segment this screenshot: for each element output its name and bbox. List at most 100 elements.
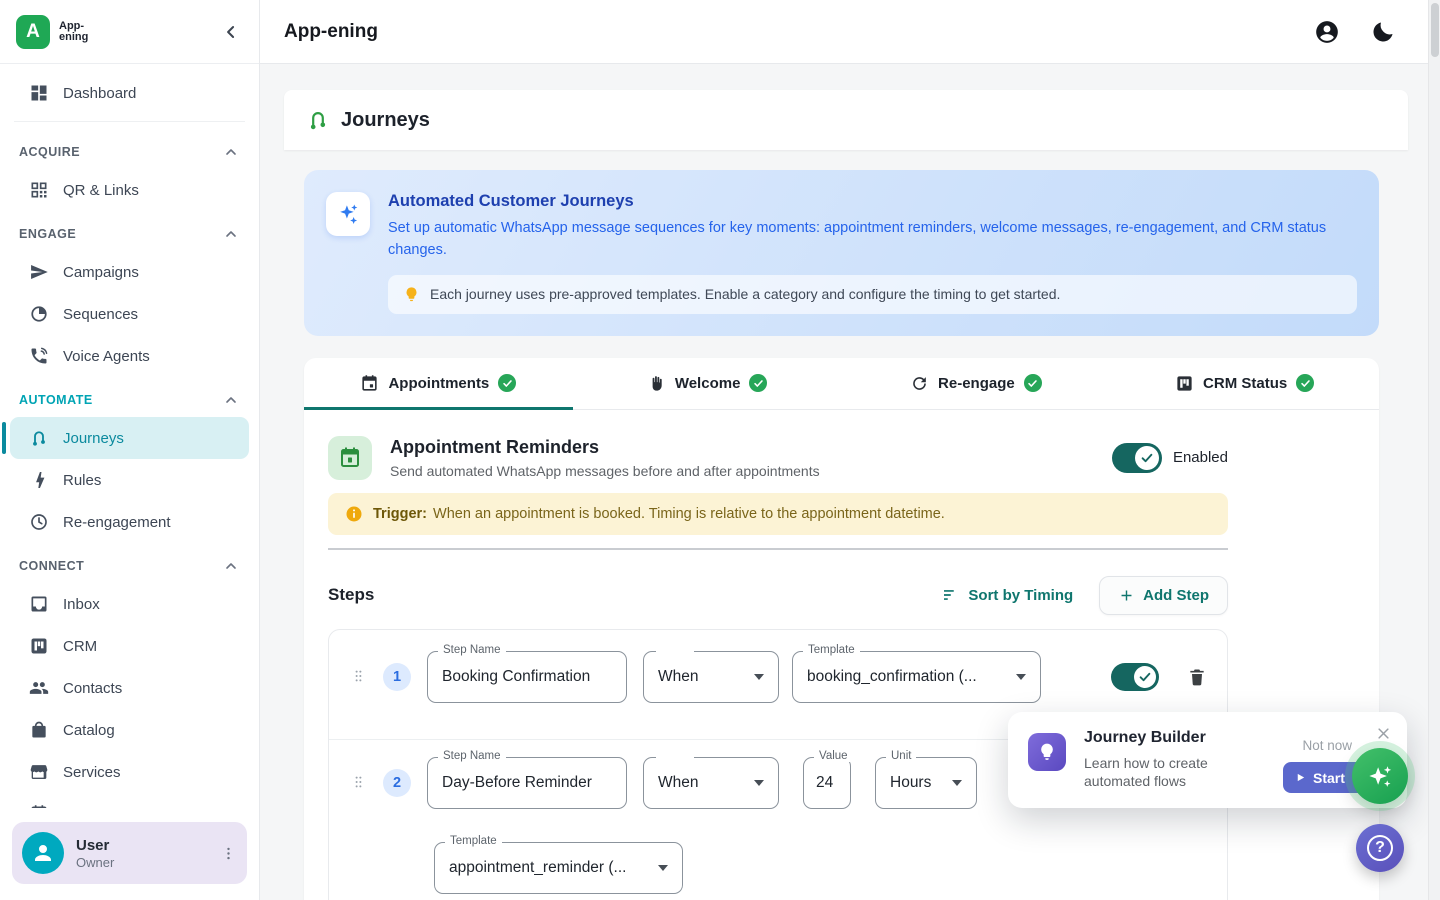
sidebar-item-re-engagement[interactable]: Re-engagement xyxy=(10,501,249,543)
sidebar-item-appointments[interactable]: Appointments xyxy=(10,793,249,808)
check-badge-icon xyxy=(749,374,767,392)
template-select[interactable]: Template booking_confirmation (... xyxy=(792,651,1041,703)
app-logo-text: App- ening xyxy=(59,21,88,43)
kanban-icon xyxy=(29,636,49,656)
dark-mode-button[interactable] xyxy=(1370,19,1396,45)
when-select[interactable]: When xyxy=(643,757,779,809)
sidebar-item-voice-agents[interactable]: Voice Agents xyxy=(10,335,249,377)
info-icon xyxy=(345,505,363,523)
chevron-left-icon xyxy=(221,22,241,42)
user-menu-button[interactable] xyxy=(220,845,237,862)
when-value: When xyxy=(658,774,699,792)
sidebar-item-label: Voice Agents xyxy=(63,348,150,365)
chevron-up-icon xyxy=(223,558,239,574)
reminders-subtitle: Send automated WhatsApp messages before … xyxy=(390,463,1112,479)
template-select[interactable]: Template appointment_reminder (... xyxy=(434,842,683,894)
sidebar-item-label: Services xyxy=(63,764,121,781)
sidebar-item-catalog[interactable]: Catalog xyxy=(10,709,249,751)
tab-appointments[interactable]: Appointments xyxy=(304,358,573,409)
help-fab[interactable]: ? xyxy=(1356,824,1404,872)
info-banner: Automated Customer Journeys Set up autom… xyxy=(304,170,1379,336)
sidebar-section-connect[interactable]: CONNECT xyxy=(10,543,249,583)
when-value: When xyxy=(658,668,699,686)
tab-label: Appointments xyxy=(388,375,489,392)
ai-assistant-fab[interactable] xyxy=(1352,748,1408,804)
user-card[interactable]: User Owner xyxy=(12,822,247,884)
reminders-enabled-toggle[interactable] xyxy=(1112,443,1162,473)
people-icon xyxy=(29,678,49,698)
sidebar-section-engage[interactable]: ENGAGE xyxy=(10,211,249,251)
sidebar-section-acquire[interactable]: ACQUIRE xyxy=(10,129,249,169)
drag-handle-icon[interactable] xyxy=(351,667,366,690)
account-button[interactable] xyxy=(1314,19,1340,45)
value-field[interactable]: Value 24 xyxy=(803,757,851,809)
sidebar-nav: Dashboard ACQUIRE QR & Links ENGAGE Camp… xyxy=(0,64,259,808)
sidebar-item-contacts[interactable]: Contacts xyxy=(10,667,249,709)
template-value: booking_confirmation (... xyxy=(807,668,977,686)
sidebar-item-label: Dashboard xyxy=(63,85,136,102)
journey-tabs: Appointments Welcome Re-engage CRM Statu… xyxy=(304,358,1379,410)
sidebar-item-dashboard[interactable]: Dashboard xyxy=(10,72,249,114)
sidebar-section-automate[interactable]: AUTOMATE xyxy=(10,377,249,417)
page-title-card: Journeys xyxy=(284,90,1408,150)
delete-step-button[interactable] xyxy=(1187,667,1207,687)
sidebar-item-campaigns[interactable]: Campaigns xyxy=(10,251,249,293)
storefront-icon xyxy=(29,762,49,782)
user-meta: User Owner xyxy=(76,837,208,870)
sidebar-item-inbox[interactable]: Inbox xyxy=(10,583,249,625)
sidebar-collapse-button[interactable] xyxy=(221,22,241,42)
sidebar-item-journeys[interactable]: Journeys xyxy=(10,417,249,459)
sidebar-item-crm[interactable]: CRM xyxy=(10,625,249,667)
waving-hand-icon xyxy=(647,374,666,393)
check-badge-icon xyxy=(498,374,516,392)
not-now-button[interactable]: Not now xyxy=(1302,738,1352,753)
unit-select[interactable]: Unit Hours xyxy=(875,757,977,809)
step-name-value: Day-Before Reminder xyxy=(442,774,592,792)
tab-crm-status[interactable]: CRM Status xyxy=(1110,358,1379,409)
caret-down-icon xyxy=(658,865,668,871)
close-icon[interactable] xyxy=(1376,726,1391,741)
value-label: Value xyxy=(814,750,853,762)
toggle-label: Enabled xyxy=(1173,449,1228,466)
sidebar-item-label: Contacts xyxy=(63,680,122,697)
check-badge-icon xyxy=(1024,374,1042,392)
sidebar-item-rules[interactable]: Rules xyxy=(10,459,249,501)
section-divider xyxy=(328,548,1228,550)
sidebar: A App- ening Dashboard ACQUIRE xyxy=(0,0,260,900)
tab-label: CRM Status xyxy=(1203,375,1287,392)
unit-value: Hours xyxy=(890,774,931,792)
caret-down-icon xyxy=(1016,674,1026,680)
app-logo[interactable]: A App- ening xyxy=(16,15,88,49)
tab-welcome[interactable]: Welcome xyxy=(573,358,842,409)
clock-icon xyxy=(29,512,49,532)
app-title: App-ening xyxy=(284,21,378,43)
when-select[interactable]: When xyxy=(643,651,779,703)
shopping-bag-icon xyxy=(29,720,49,740)
reminders-header: Appointment Reminders Send automated Wha… xyxy=(328,436,1228,480)
app-root: A App- ening Dashboard ACQUIRE xyxy=(0,0,1440,900)
refresh-icon xyxy=(910,374,929,393)
add-step-button[interactable]: Add Step xyxy=(1099,576,1228,615)
step-name-field[interactable]: Step Name Booking Confirmation xyxy=(427,651,627,703)
step-enabled-toggle[interactable] xyxy=(1111,663,1159,691)
dashboard-icon xyxy=(29,83,49,103)
trigger-notice: Trigger: When an appointment is booked. … xyxy=(328,493,1228,535)
sidebar-item-services[interactable]: Services xyxy=(10,751,249,793)
sidebar-item-sequences[interactable]: Sequences xyxy=(10,293,249,335)
tab-re-engage[interactable]: Re-engage xyxy=(842,358,1111,409)
app-logo-icon: A xyxy=(16,15,50,49)
step-name-field[interactable]: Step Name Day-Before Reminder xyxy=(427,757,627,809)
toggle-knob xyxy=(1135,446,1159,470)
scrollbar-thumb[interactable] xyxy=(1431,3,1439,57)
send-icon xyxy=(29,262,49,282)
sort-by-timing-button[interactable]: Sort by Timing xyxy=(941,586,1073,604)
step-name-label: Step Name xyxy=(438,644,506,656)
drag-handle-icon[interactable] xyxy=(351,773,366,796)
page-title: Journeys xyxy=(341,109,430,132)
calendar-icon-box xyxy=(328,436,372,480)
question-mark-icon: ? xyxy=(1367,835,1393,861)
sidebar-item-qr-links[interactable]: QR & Links xyxy=(10,169,249,211)
steps-heading: Steps xyxy=(328,585,941,605)
route-icon xyxy=(306,108,330,132)
banner-text-column: Automated Customer Journeys Set up autom… xyxy=(388,192,1357,314)
